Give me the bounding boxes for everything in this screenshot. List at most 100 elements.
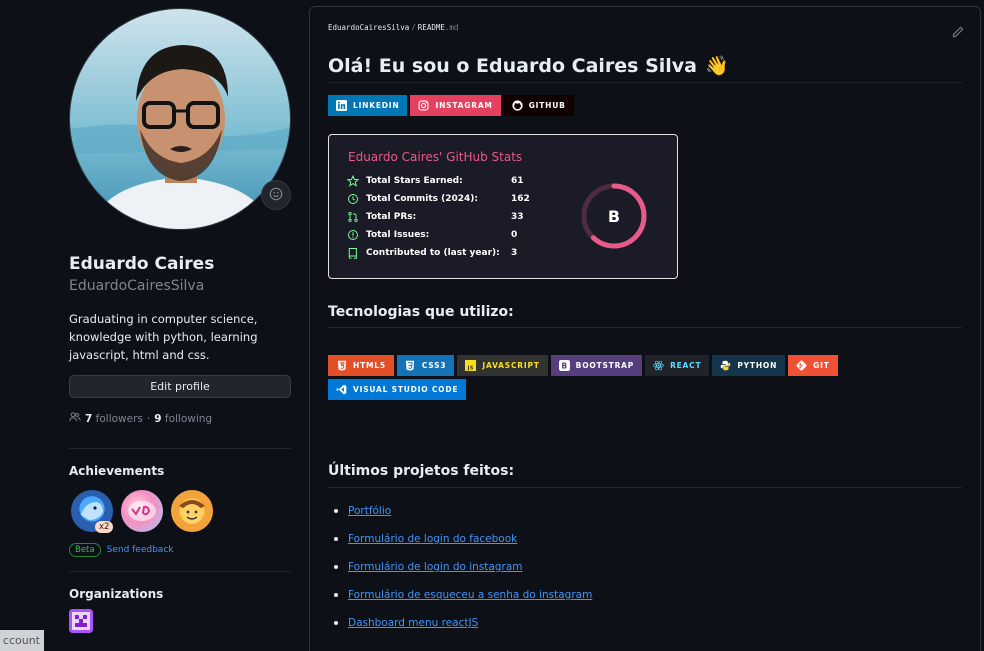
stat-row: Total Issues: 0 (347, 229, 517, 241)
git-icon (796, 360, 807, 371)
svg-text:B: B (561, 362, 567, 371)
github-badge[interactable]: GITHUB (503, 95, 574, 116)
beta-badge: Beta (69, 543, 101, 557)
javascript-badge[interactable]: JS JAVASCRIPT (457, 355, 548, 376)
edit-profile-button[interactable]: Edit profile (69, 375, 291, 398)
avatar[interactable] (69, 8, 291, 230)
followers-label: followers (95, 412, 143, 425)
project-link[interactable]: Formulário de login do facebook (348, 533, 517, 545)
project-link[interactable]: Formulário de login do instagram (348, 561, 523, 573)
github-label: GITHUB (528, 101, 566, 110)
readme-panel: EduardoCairesSilva / README.md Olá! Eu sou… (309, 6, 981, 651)
path-file: README (417, 23, 445, 32)
react-badge[interactable]: REACT (645, 355, 710, 376)
stat-label: Total Issues: (366, 230, 430, 240)
rank-ring: B (581, 183, 647, 249)
stat-value: 162 (511, 194, 530, 204)
profile-sidebar: Eduardo Caires EduardoCairesSilva Gradua… (69, 8, 291, 633)
sidebar-divider (69, 571, 291, 572)
instagram-label: INSTAGRAM (435, 101, 493, 110)
account-tooltip: ccount (0, 630, 44, 651)
wave-emoji-icon: 👋 (705, 55, 729, 77)
github-icon (512, 100, 523, 111)
stat-label: Total Commits (2024): (366, 194, 479, 204)
organizations-title: Organizations (69, 587, 164, 601)
stat-value: 3 (511, 248, 518, 258)
readme-path: EduardoCairesSilva / README.md (328, 23, 458, 32)
git-badge[interactable]: GIT (788, 355, 838, 376)
projects-heading: Últimos projetos feitos: (328, 463, 515, 479)
heading-rule (328, 82, 962, 83)
stat-row: Contributed to (last year): 3 (347, 247, 517, 259)
bootstrap-badge[interactable]: B BOOTSTRAP (550, 355, 643, 376)
css3-badge[interactable]: CSS3 (396, 355, 455, 376)
project-link[interactable]: Portfólio (348, 505, 391, 517)
set-status-button[interactable] (261, 180, 291, 210)
linkedin-label: LINKEDIN (353, 101, 400, 110)
bullet (334, 593, 338, 597)
stats-title: Eduardo Caires' GitHub Stats (348, 150, 523, 164)
profile-bio: Graduating in computer science, knowledg… (69, 312, 258, 362)
achievement-yolo[interactable] (119, 488, 165, 534)
achievement-pull-shark[interactable]: x2 (69, 488, 115, 534)
achievements-beta-row: Beta Send feedback (69, 543, 291, 557)
tech-rule (328, 327, 962, 328)
html5-icon (336, 360, 347, 371)
projects-list: Portfólio Formulário de login do faceboo… (328, 497, 592, 637)
social-badges: LINKEDIN INSTAGRAM GITHUB (328, 95, 574, 116)
following-count: 9 (154, 412, 162, 425)
project-link[interactable]: Formulário de esqueceu a senha do instag… (348, 589, 592, 601)
instagram-icon (418, 100, 430, 111)
svg-text:JS: JS (467, 366, 474, 371)
achievements-list: x2 (69, 488, 291, 534)
follow-stats: 7 followers · 9 following (69, 411, 291, 426)
following-label: following (164, 412, 213, 425)
bullet (334, 509, 338, 513)
stat-label: Total PRs: (366, 212, 417, 222)
profile-full-name: Eduardo Caires (69, 254, 215, 274)
bullet (334, 537, 338, 541)
list-item: Dashboard menu reactJS (328, 609, 592, 637)
path-user[interactable]: EduardoCairesSilva (328, 23, 409, 32)
readme-heading-text: Olá! Eu sou o Eduardo Caires Silva (328, 54, 697, 77)
javascript-icon: JS (465, 360, 477, 371)
achievement-quickdraw[interactable] (169, 488, 215, 534)
instagram-badge[interactable]: INSTAGRAM (410, 95, 501, 116)
list-item: Formulário de login do facebook (328, 525, 592, 553)
html5-badge[interactable]: HTML5 (328, 355, 394, 376)
javascript-label: JAVASCRIPT (482, 361, 540, 370)
vscode-badge[interactable]: VISUAL STUDIO CODE (328, 379, 467, 400)
smiley-icon (269, 186, 283, 205)
star-icon (347, 175, 359, 187)
bootstrap-icon: B (558, 360, 570, 371)
python-badge[interactable]: PYTHON (712, 355, 786, 376)
following-link[interactable]: 9 following (154, 413, 212, 425)
edit-readme-button[interactable] (952, 23, 964, 42)
react-icon (653, 360, 664, 371)
issue-icon (347, 229, 359, 241)
send-feedback-link[interactable]: Send feedback (107, 545, 174, 555)
profile-username: EduardoCairesSilva (69, 278, 205, 294)
list-item: Portfólio (328, 497, 592, 525)
python-label: PYTHON (737, 361, 778, 370)
followers-link[interactable]: 7 followers (85, 413, 143, 425)
html5-label: HTML5 (353, 361, 386, 370)
sidebar-divider (69, 448, 291, 449)
achievements-title[interactable]: Achievements (69, 464, 291, 478)
path-extension: .md (444, 23, 459, 32)
stat-value: 33 (511, 212, 524, 222)
python-icon (720, 360, 731, 371)
readme-heading: Olá! Eu sou o Eduardo Caires Silva 👋 (328, 54, 729, 78)
history-icon (347, 193, 359, 205)
achievement-multiplier: x2 (95, 521, 114, 533)
bullet (334, 621, 338, 625)
people-icon (69, 411, 81, 426)
list-item: Formulário de login do instagram (328, 553, 592, 581)
project-link[interactable]: Dashboard menu reactJS (348, 617, 478, 629)
linkedin-badge[interactable]: LINKEDIN (328, 95, 408, 116)
stat-row: Total Commits (2024): 162 (347, 193, 530, 205)
react-label: REACT (670, 361, 702, 370)
stat-label: Contributed to (last year): (366, 248, 500, 258)
repo-icon (347, 247, 359, 259)
organization-avatar[interactable] (69, 609, 93, 633)
